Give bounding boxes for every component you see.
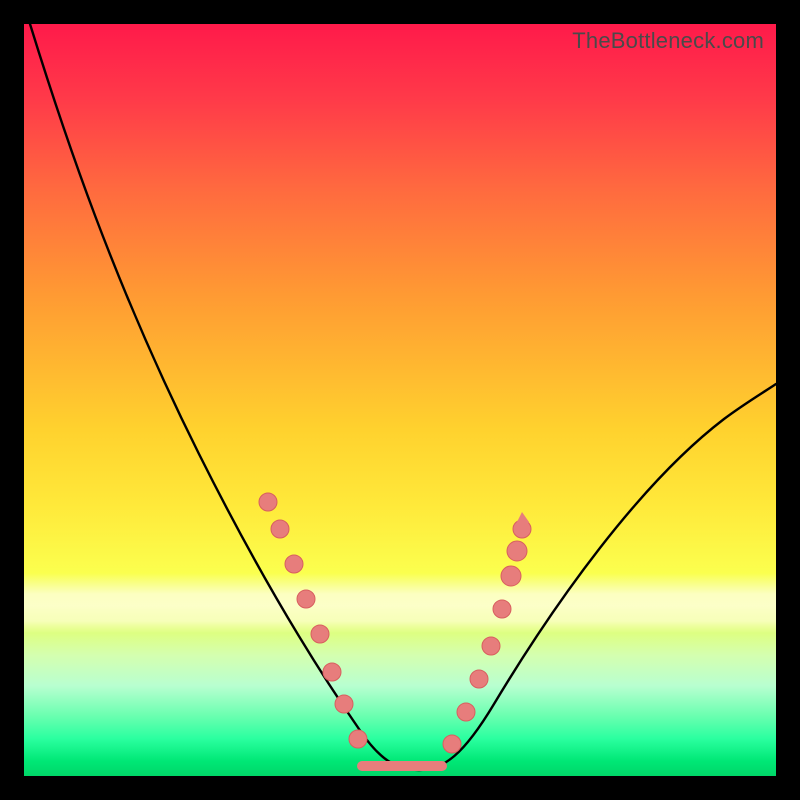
bottleneck-curve	[30, 24, 776, 770]
curve-svg	[24, 24, 776, 776]
markers-right	[443, 520, 531, 753]
chart-area: TheBottleneck.com	[24, 24, 776, 776]
markers-left	[259, 493, 367, 748]
